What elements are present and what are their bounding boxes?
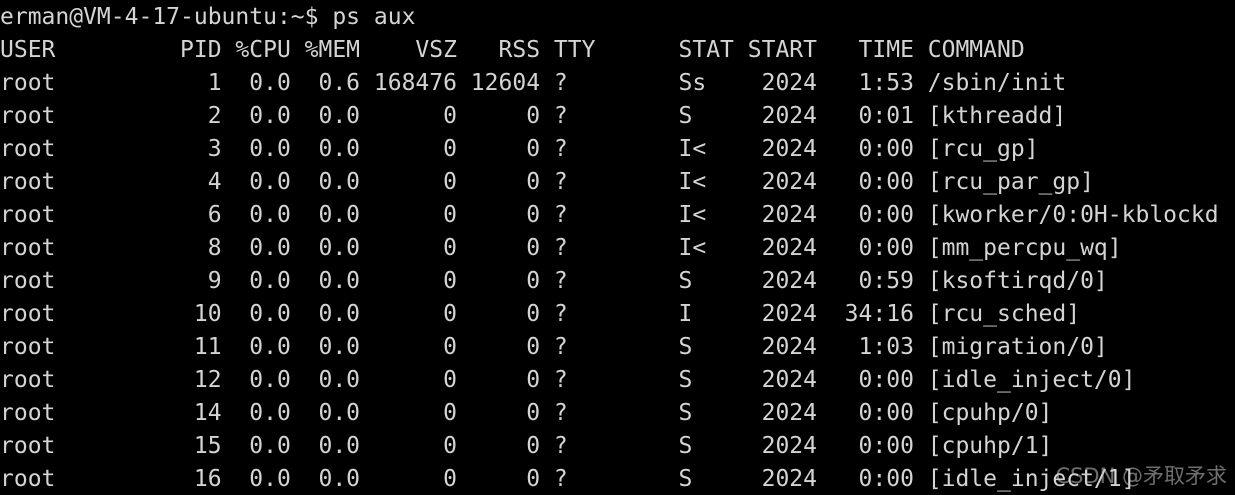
process-row: root 10 0.0 0.0 0 0 ? I 2024 34:16 [rcu_… xyxy=(0,301,1081,327)
ps-header-line: USER PID %CPU %MEM VSZ RSS TTY STAT STAR… xyxy=(0,37,1025,63)
process-row: root 12 0.0 0.0 0 0 ? S 2024 0:00 [idle_… xyxy=(0,367,1136,393)
terminal-window[interactable]: erman@VM-4-17-ubuntu:~$ ps aux USER PID … xyxy=(0,0,1235,495)
process-row: root 8 0.0 0.0 0 0 ? I< 2024 0:00 [mm_pe… xyxy=(0,235,1122,261)
process-row: root 11 0.0 0.0 0 0 ? S 2024 1:03 [migra… xyxy=(0,334,1108,360)
process-row: root 9 0.0 0.0 0 0 ? S 2024 0:59 [ksofti… xyxy=(0,268,1108,294)
process-row: root 2 0.0 0.0 0 0 ? S 2024 0:01 [kthrea… xyxy=(0,103,1067,129)
command-prompt-line: erman@VM-4-17-ubuntu:~$ ps aux xyxy=(0,4,416,30)
process-row: root 14 0.0 0.0 0 0 ? S 2024 0:00 [cpuhp… xyxy=(0,400,1053,426)
process-row: root 1 0.0 0.6 168476 12604 ? Ss 2024 1:… xyxy=(0,70,1067,96)
process-row: root 16 0.0 0.0 0 0 ? S 2024 0:00 [idle_… xyxy=(0,466,1136,492)
csdn-watermark: CSDN @矛取矛求 xyxy=(1055,464,1227,488)
process-row: root 3 0.0 0.0 0 0 ? I< 2024 0:00 [rcu_g… xyxy=(0,136,1039,162)
process-row: root 4 0.0 0.0 0 0 ? I< 2024 0:00 [rcu_p… xyxy=(0,169,1094,195)
process-row: root 6 0.0 0.0 0 0 ? I< 2024 0:00 [kwork… xyxy=(0,202,1219,228)
process-row: root 15 0.0 0.0 0 0 ? S 2024 0:00 [cpuhp… xyxy=(0,433,1053,459)
